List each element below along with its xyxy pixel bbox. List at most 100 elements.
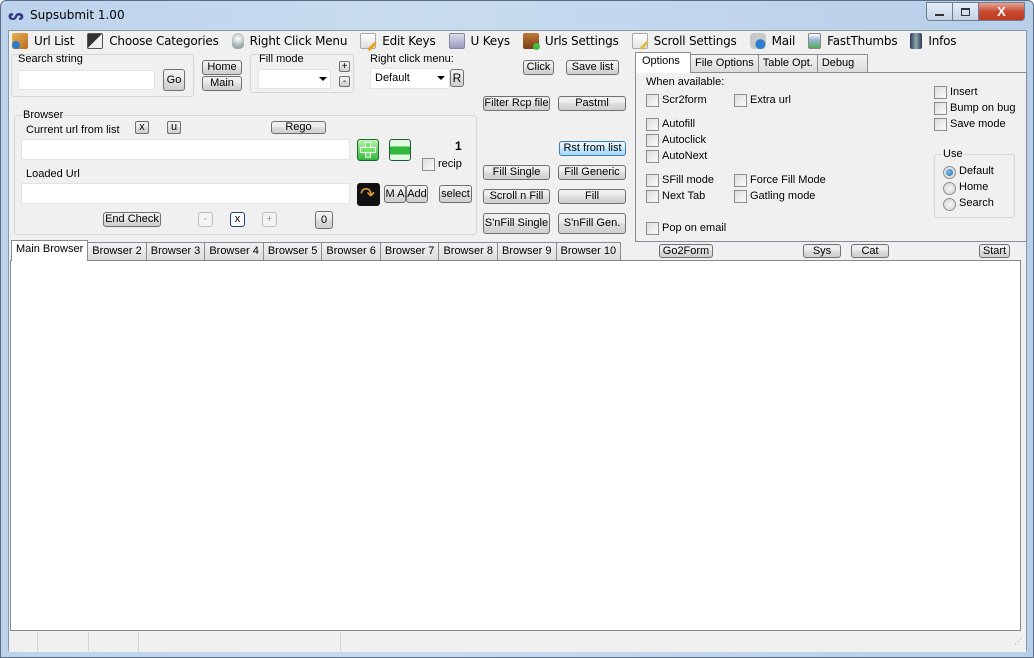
add-green-button[interactable] xyxy=(357,139,379,161)
use-search-radio[interactable] xyxy=(943,198,956,211)
resize-grip-icon[interactable]: ⋰ xyxy=(1014,632,1026,651)
browser-view[interactable] xyxy=(10,260,1021,631)
menu-url-list[interactable]: Url List xyxy=(10,31,79,51)
fill-mode-plus-button[interactable]: + xyxy=(339,61,350,72)
pop-on-email-checkbox[interactable] xyxy=(646,222,659,235)
snfill-gen-button[interactable]: S'nFill Gen. xyxy=(558,213,626,234)
use-home-radio[interactable] xyxy=(943,182,956,195)
force-fill-mode-checkbox[interactable] xyxy=(734,174,747,187)
menu-fastthumbs[interactable]: FastThumbs xyxy=(806,31,902,51)
fill-mode-label: Fill mode xyxy=(259,53,304,65)
tab-browser-3[interactable]: Browser 3 xyxy=(145,242,206,260)
scroll-n-fill-button[interactable]: Scroll n Fill xyxy=(483,189,550,204)
autoclick-checkbox[interactable] xyxy=(646,134,659,147)
fill-button[interactable]: Fill xyxy=(558,189,626,204)
tab-main-browser[interactable]: Main Browser xyxy=(11,240,89,261)
fill-single-button[interactable]: Fill Single xyxy=(483,165,550,180)
current-url-label: Current url from list xyxy=(26,124,120,136)
rego-button[interactable]: Rego xyxy=(271,121,326,134)
counter-minus-button[interactable]: - xyxy=(198,212,213,227)
counter-reset-button[interactable]: x xyxy=(230,212,245,227)
select-button[interactable]: select xyxy=(439,185,472,203)
categories-icon xyxy=(87,33,104,49)
autofill-checkbox[interactable] xyxy=(646,118,659,131)
current-url-u-button[interactable]: u xyxy=(167,121,181,134)
remove-green-button[interactable] xyxy=(389,139,411,161)
right-click-r-button[interactable]: R xyxy=(450,69,464,87)
right-click-menu-value: Default xyxy=(375,72,410,84)
main-button[interactable]: Main xyxy=(202,76,242,91)
tab-file-options[interactable]: File Options xyxy=(690,54,759,72)
end-check-button[interactable]: End Check xyxy=(103,212,161,227)
autonext-checkbox[interactable] xyxy=(646,150,659,163)
menu-choose-categories[interactable]: Choose Categories xyxy=(85,31,223,51)
forward-arrow-button[interactable]: ↷ xyxy=(357,183,380,206)
right-click-menu-select[interactable]: Default xyxy=(370,68,450,89)
go-button[interactable]: Go xyxy=(163,69,185,91)
tab-browser-2[interactable]: Browser 2 xyxy=(87,242,147,260)
save-list-button[interactable]: Save list xyxy=(566,60,619,75)
pastml-button[interactable]: Pastml xyxy=(558,96,626,111)
scr2form-checkbox[interactable] xyxy=(646,94,659,107)
menu-label: Urls Settings xyxy=(544,34,619,48)
menu-mail[interactable]: Mail xyxy=(748,31,801,51)
options-panel: When available: Scr2form Extra url Autof… xyxy=(635,72,1027,242)
start-button[interactable]: Start xyxy=(979,244,1010,258)
menu-edit-keys[interactable]: Edit Keys xyxy=(358,31,440,51)
tab-browser-8[interactable]: Browser 8 xyxy=(438,242,498,260)
rst-from-list-button[interactable]: Rst from list xyxy=(559,141,626,156)
menu-scroll-settings[interactable]: Scroll Settings xyxy=(630,31,742,51)
url-counter: 1 xyxy=(455,139,462,153)
loaded-url-label: Loaded Url xyxy=(26,168,80,180)
tab-browser-9[interactable]: Browser 9 xyxy=(496,242,557,260)
minimize-button[interactable] xyxy=(926,2,953,21)
tab-debug[interactable]: Debug xyxy=(816,54,868,72)
search-input[interactable] xyxy=(18,70,155,90)
next-tab-checkbox[interactable] xyxy=(646,190,659,203)
fill-mode-minus-button[interactable]: - xyxy=(339,76,350,87)
tab-table-opt[interactable]: Table Opt. xyxy=(757,54,818,72)
tab-browser-6[interactable]: Browser 6 xyxy=(321,242,381,260)
tab-browser-7[interactable]: Browser 7 xyxy=(379,242,440,260)
current-url-input[interactable] xyxy=(21,139,350,160)
menu-u-keys[interactable]: U Keys xyxy=(447,31,515,51)
browser-tabs: Main Browser Browser 2 Browser 3 Browser… xyxy=(11,240,622,261)
recip-checkbox[interactable] xyxy=(422,158,435,171)
ma-button[interactable]: M A xyxy=(384,185,406,203)
click-button[interactable]: Click xyxy=(523,60,554,75)
bump-on-bug-checkbox[interactable] xyxy=(934,102,947,115)
save-mode-checkbox[interactable] xyxy=(934,118,947,131)
menu-urls-settings[interactable]: Urls Settings xyxy=(521,31,624,51)
menu-infos[interactable]: Infos xyxy=(908,31,961,51)
extra-url-label: Extra url xyxy=(750,94,791,106)
add-button[interactable]: Add xyxy=(406,185,428,203)
loaded-url-input[interactable] xyxy=(21,183,350,204)
tab-browser-5[interactable]: Browser 5 xyxy=(262,242,323,260)
snfill-single-button[interactable]: S'nFill Single xyxy=(483,213,550,234)
keys-document-icon xyxy=(448,33,465,49)
counter-plus-button[interactable]: + xyxy=(262,212,277,227)
close-button[interactable]: X xyxy=(979,2,1025,21)
tab-options[interactable]: Options xyxy=(635,52,691,73)
maximize-button[interactable] xyxy=(953,2,979,21)
menu-label: Choose Categories xyxy=(109,34,219,48)
go2form-button[interactable]: Go2Form xyxy=(659,244,713,258)
menu-label: Infos xyxy=(928,34,957,48)
current-url-clear-button[interactable]: x xyxy=(135,121,149,134)
use-search-label: Search xyxy=(959,197,994,209)
fill-generic-button[interactable]: Fill Generic xyxy=(558,165,626,180)
use-default-radio[interactable] xyxy=(943,166,956,179)
tab-browser-10[interactable]: Browser 10 xyxy=(555,242,622,260)
status-cell xyxy=(341,632,1014,651)
gatling-mode-checkbox[interactable] xyxy=(734,190,747,203)
tab-browser-4[interactable]: Browser 4 xyxy=(204,242,264,260)
insert-checkbox[interactable] xyxy=(934,86,947,99)
sys-button[interactable]: Sys xyxy=(803,244,841,258)
counter-zero-button[interactable]: 0 xyxy=(315,211,333,229)
cat-button[interactable]: Cat xyxy=(851,244,889,258)
filter-rcp-file-button[interactable]: Filter Rcp file xyxy=(483,96,550,111)
sfill-mode-checkbox[interactable] xyxy=(646,174,659,187)
menu-right-click-menu[interactable]: Right Click Menu xyxy=(230,31,353,51)
home-button[interactable]: Home xyxy=(202,60,242,75)
extra-url-checkbox[interactable] xyxy=(734,94,747,107)
